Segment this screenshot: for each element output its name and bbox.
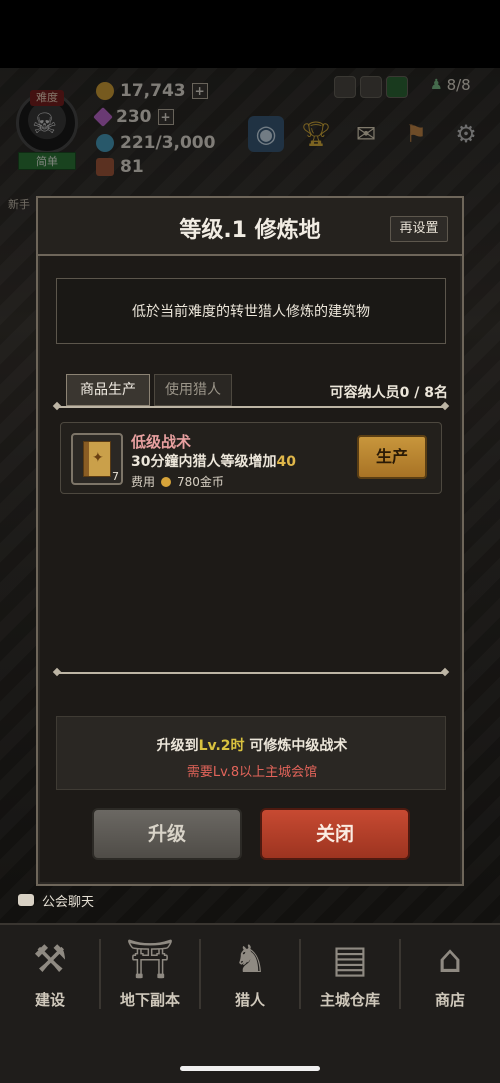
hammer-icon: ⚒	[32, 937, 68, 981]
training-ground-dialog: 等级.1 修炼地 再设置 低於当前难度的转世猎人修炼的建筑物 商品生产 使用猎人…	[36, 196, 464, 886]
upgrade-button[interactable]: 升级	[92, 808, 242, 860]
nav-shop[interactable]: ⌂ 商店	[400, 925, 500, 1025]
gold-coin-icon	[161, 476, 172, 487]
dungeon-gate-icon: ⛩	[125, 936, 175, 981]
upgrade-prefix: 升级到	[156, 738, 199, 754]
upgrade-info: 升级到Lv.2时 可修炼中级战术 需要Lv.8以上主城会馆	[56, 716, 446, 790]
upgrade-level: Lv.2时	[198, 738, 245, 754]
nav-hunters[interactable]: ♞ 猎人	[200, 925, 300, 1025]
chat-icon	[18, 894, 34, 906]
item-effect-value: 40	[276, 454, 296, 470]
tab-produce[interactable]: 商品生产	[66, 374, 150, 406]
tab-use-hunter[interactable]: 使用猎人	[154, 374, 232, 406]
item-effect: 30分鐘内猎人等级增加40	[131, 451, 296, 471]
status-bar	[0, 0, 500, 68]
book-icon	[83, 441, 111, 477]
item-effect-text: 30分鐘内猎人等级增加	[131, 454, 277, 470]
nav-warehouse[interactable]: ▤ 主城仓库	[300, 925, 400, 1025]
bottom-navigation: ⚒ 建设 ⛩ 地下副本 ♞ 猎人 ▤ 主城仓库 ⌂ 商店	[0, 923, 500, 1083]
item-name: 低级战术	[131, 433, 192, 451]
cost-label: 费用	[131, 475, 156, 489]
hunter-icon: ♞	[232, 937, 268, 981]
nav-build[interactable]: ⚒ 建设	[0, 925, 100, 1025]
close-button[interactable]: 关闭	[260, 808, 410, 860]
home-indicator[interactable]	[180, 1066, 320, 1071]
nav-label: 地下副本	[119, 991, 180, 1009]
building-description: 低於当前难度的转世猎人修炼的建筑物	[56, 278, 446, 344]
chest-icon: ▤	[332, 937, 368, 981]
dialog-header: 等级.1 修炼地 再设置	[38, 198, 462, 256]
capacity-label: 可容纳人员0 / 8名	[329, 385, 448, 401]
item-count: 7	[112, 470, 119, 483]
upgrade-requirement: 需要Lv.8以上主城会馆	[186, 765, 318, 780]
guild-chat-bar[interactable]: 公会聊天	[0, 888, 500, 912]
guild-chat-label: 公会聊天	[42, 894, 95, 910]
item-cost: 费用 780金币	[131, 473, 224, 490]
nav-label: 猎人	[234, 991, 265, 1009]
nav-label: 主城仓库	[319, 991, 380, 1009]
upgrade-suffix: 可修炼中级战术	[244, 738, 348, 754]
nav-dungeon[interactable]: ⛩ 地下副本	[100, 925, 200, 1025]
upgrade-unlock-text: 升级到Lv.2时 可修炼中级战术	[57, 735, 447, 755]
cost-value: 780金币	[177, 475, 224, 489]
reset-button[interactable]: 再设置	[390, 216, 448, 242]
produce-button[interactable]: 生产	[357, 435, 427, 479]
divider	[56, 672, 446, 674]
tactics-book-icon: 7	[71, 433, 123, 485]
list-item: 7 低级战术 30分鐘内猎人等级增加40 费用 780金币 生产	[60, 422, 442, 494]
nav-label: 建设	[34, 991, 65, 1009]
nav-label: 商店	[434, 991, 465, 1009]
divider	[56, 406, 446, 408]
shop-icon: ⌂	[437, 937, 463, 981]
